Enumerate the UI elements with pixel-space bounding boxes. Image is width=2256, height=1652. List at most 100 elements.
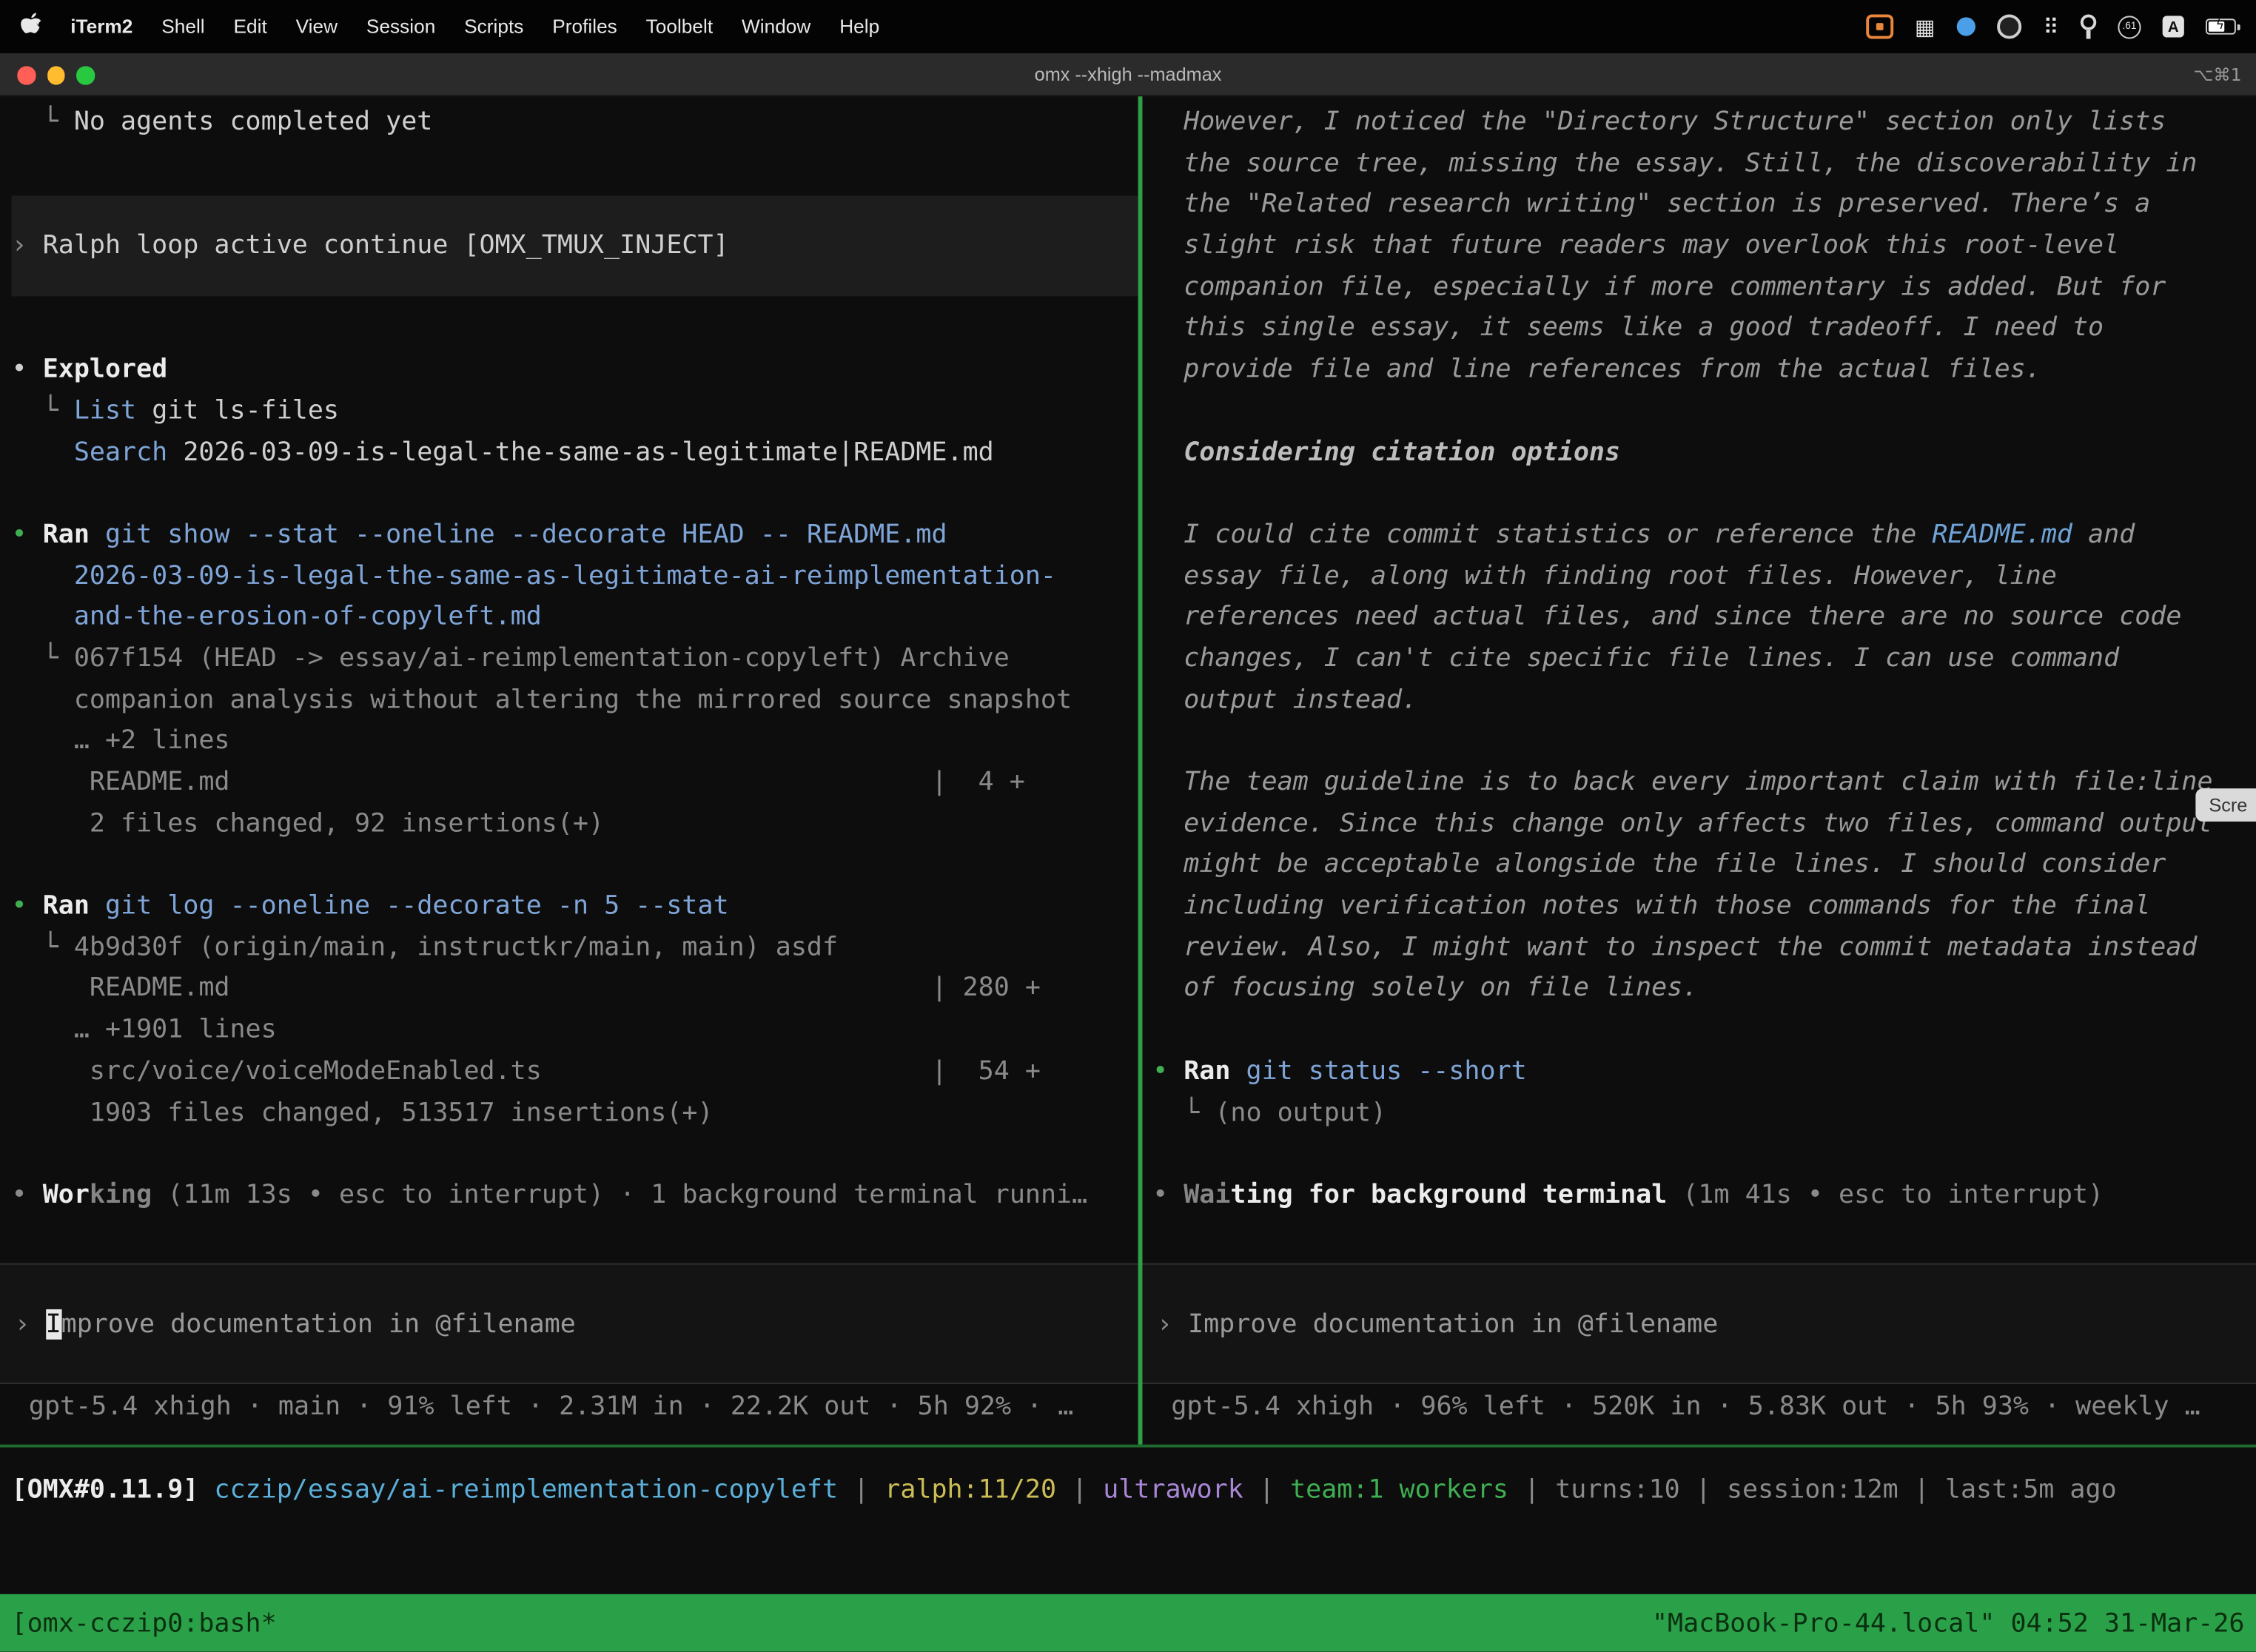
prompt-chevron: › [14, 1309, 45, 1339]
terminal-line: • Ran git show --stat --oneline --decora… [12, 515, 1138, 557]
terminal-line: • Ran git log --oneline --decorate -n 5 … [12, 887, 1138, 928]
menu-item-window[interactable]: Window [742, 16, 810, 37]
menu-item-scripts[interactable]: Scripts [464, 16, 523, 37]
terminal-line: Considering citation options [1152, 432, 2256, 474]
terminal-line: src/voice/voiceModeEnabled.ts | 54 + [12, 1052, 1138, 1093]
terminal-line: essay file, along with finding root file… [1152, 556, 2256, 597]
terminal-line: the "Related research writing" section i… [1152, 185, 2256, 226]
terminal-line: the source tree, missing the essay. Stil… [1152, 144, 2256, 185]
left-pane-output: └ No agents completed yet › Ralph loop a… [0, 102, 1138, 1263]
terminal-line: └ (no output) [1152, 1092, 2256, 1134]
right-pane-output: However, I noticed the "Directory Struct… [1142, 102, 2256, 1263]
terminal-line [1152, 1010, 2256, 1052]
tmux-status-bar: [omx-cczip0:bash* "MacBook-Pro-44.local"… [0, 1594, 2256, 1652]
menu-item-view[interactable]: View [296, 16, 338, 37]
menu-status-icons: ▦ ⠿ .61 A ϟ [1866, 13, 2236, 39]
tmux-host-clock: "MacBook-Pro-44.local" 04:52 31-Mar-26 [1652, 1608, 2245, 1638]
right-prompt-input[interactable]: › Improve documentation in @filename [1142, 1263, 2256, 1384]
menu-item-shell[interactable]: Shell [161, 16, 204, 37]
terminal-line [12, 845, 1138, 887]
terminal-line [1152, 1134, 2256, 1175]
terminal-line [1152, 474, 2256, 515]
terminal-line: might be acceptable alongside the file l… [1152, 845, 2256, 887]
input-text: mprove documentation in @filename [61, 1309, 576, 1339]
menu-item-iterm2[interactable]: iTerm2 [70, 16, 132, 37]
terminal-line: references need actual files, and since … [1152, 597, 2256, 639]
window-shortcut: ⌥⌘1 [2194, 53, 2242, 96]
terminal-line: review. Also, I might want to inspect th… [1152, 927, 2256, 969]
terminal-line: I could cite commit statistics or refere… [1152, 515, 2256, 557]
terminal-line: evidence. Since this change only affects… [1152, 804, 2256, 845]
terminal-line: 2026-03-09-is-legal-the-same-as-legitima… [12, 556, 1138, 597]
dark-app-icon[interactable] [1997, 14, 2021, 38]
terminal-line: provide file and line references from th… [1152, 350, 2256, 392]
terminal-line: 2 files changed, 92 insertions(+) [12, 804, 1138, 845]
left-status-line: gpt-5.4 xhigh · main · 91% left · 2.31M … [0, 1387, 1138, 1428]
tmux-session-name: [omx-cczip0:bash* [12, 1608, 277, 1638]
terminal-line: companion file, especially if more comme… [1152, 267, 2256, 309]
terminal-line: Search 2026-03-09-is-legal-the-same-as-l… [12, 432, 1138, 474]
terminal-line: and-the-erosion-of-copyleft.md [12, 597, 1138, 639]
menu-item-edit[interactable]: Edit [234, 16, 267, 37]
omx-status-line: [OMX#0.11.9] cczip/essay/ai-reimplementa… [0, 1466, 2256, 1515]
right-status-line: gpt-5.4 xhigh · 96% left · 520K in · 5.8… [1142, 1387, 2256, 1428]
terminal-line: companion analysis without altering the … [12, 680, 1138, 722]
screen-tooltip[interactable]: Scre [2196, 788, 2256, 822]
terminal-line: of focusing solely on file lines. [1152, 969, 2256, 1010]
terminal-line: this single essay, it seems like a good … [1152, 309, 2256, 350]
battery-icon[interactable]: ϟ [2206, 19, 2236, 34]
terminal-line: The team guideline is to back every impo… [1152, 762, 2256, 804]
terminal-line: › Ralph loop active continue [OMX_TMUX_I… [12, 226, 1138, 267]
terminal-line: README.md | 4 + [12, 762, 1138, 804]
terminal-line: However, I noticed the "Directory Struct… [1152, 102, 2256, 144]
terminal-line: … +1901 lines [12, 1010, 1138, 1052]
window-title: omx --xhigh --madmax [0, 53, 2256, 96]
terminal-line [12, 144, 1138, 185]
terminal-line: • Waiting for background terminal (1m 41… [1152, 1175, 2256, 1217]
terminal-line: • Explored [12, 350, 1138, 392]
menu-item-toolbelt[interactable]: Toolbelt [646, 16, 713, 37]
grid-icon[interactable]: ▦ [1915, 13, 1936, 39]
input-text: Improve documentation in @filename [1188, 1309, 1718, 1339]
ralph-inject-banner: › Ralph loop active continue [OMX_TMUX_I… [12, 196, 1138, 297]
prompt-chevron: › [1157, 1309, 1188, 1339]
terminal-line: └ 067f154 (HEAD -> essay/ai-reimplementa… [12, 639, 1138, 680]
terminal: └ No agents completed yet › Ralph loop a… [0, 96, 2256, 1444]
menu-item-profiles[interactable]: Profiles [552, 16, 617, 37]
terminal-line: [OMX#0.11.9] cczip/essay/ai-reimplementa… [12, 1466, 2256, 1515]
title-bar[interactable]: omx --xhigh --madmax ⌥⌘1 [0, 53, 2256, 96]
terminal-line [12, 309, 1138, 350]
left-pane[interactable]: └ No agents completed yet › Ralph loop a… [0, 96, 1138, 1444]
key-icon[interactable] [2081, 14, 2096, 38]
menu-item-session[interactable]: Session [366, 16, 435, 37]
terminal-line: README.md | 280 + [12, 969, 1138, 1010]
charging-bolt-icon: ϟ [2216, 18, 2225, 32]
terminal-line: output instead. [1152, 680, 2256, 722]
battery-gauge-icon[interactable]: .61 [2118, 15, 2141, 38]
apple-icon [20, 13, 41, 37]
terminal-line: └ List git ls-files [12, 391, 1138, 432]
left-prompt-input[interactable]: › Improve documentation in @filename [0, 1263, 1138, 1384]
keyboard-layout-icon[interactable]: A [2163, 16, 2184, 37]
right-pane[interactable]: However, I noticed the "Directory Struct… [1142, 96, 2256, 1444]
terminal-line: • Working (11m 13s • esc to interrupt) ·… [12, 1175, 1138, 1217]
terminal-line: changes, I can't cite specific file line… [1152, 639, 2256, 680]
menu-item-help[interactable]: Help [839, 16, 879, 37]
apple-menu[interactable] [20, 13, 41, 41]
blue-app-icon[interactable] [1957, 17, 1975, 36]
terminal-line [1152, 722, 2256, 763]
terminal-line: … +2 lines [12, 722, 1138, 763]
terminal-line: • Ran git status --short [1152, 1052, 2256, 1093]
terminal-line: └ 4b9d30f (origin/main, instructkr/main,… [12, 927, 1138, 969]
terminal-line: slight risk that future readers may over… [1152, 226, 2256, 267]
terminal-line [12, 474, 1138, 515]
terminal-line: 1903 files changed, 513517 insertions(+) [12, 1092, 1138, 1134]
iterm2-window: iTerm2 Shell Edit View Session Scripts P… [0, 0, 2256, 1652]
screen-recording-icon[interactable] [1866, 14, 1893, 38]
terminal-line: └ No agents completed yet [12, 102, 1138, 144]
apps-grid-icon[interactable]: ⠿ [2043, 13, 2058, 39]
terminal-line [12, 1134, 1138, 1175]
pane-border-bottom [0, 1445, 2256, 1448]
menu-bar: iTerm2 Shell Edit View Session Scripts P… [0, 0, 2256, 53]
text-cursor: I [46, 1309, 61, 1339]
